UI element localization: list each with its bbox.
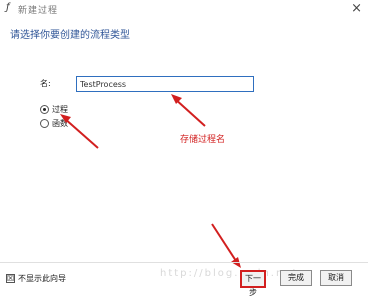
- radio-function[interactable]: 函数: [40, 118, 68, 129]
- arrow-to-next: [211, 223, 239, 265]
- arrow-to-radio: [63, 117, 99, 149]
- name-input[interactable]: [76, 76, 254, 92]
- watermark: http://blog.csdn.net: [160, 268, 299, 279]
- arrow-to-name: [173, 97, 206, 127]
- radio-procedure[interactable]: 过程: [40, 104, 68, 115]
- wizard-window: ƒ 新建过程 × 请选择你要创建的流程类型 名: 过程 函数 存储过程名 ☒ 不: [0, 0, 368, 297]
- finish-button[interactable]: 完成: [280, 270, 312, 286]
- radio-label: 函数: [52, 119, 68, 128]
- cancel-button[interactable]: 取消: [320, 270, 352, 286]
- annotation-text: 存储过程名: [180, 135, 226, 145]
- function-icon: ƒ: [6, 2, 10, 13]
- next-button[interactable]: 下一步: [240, 270, 266, 297]
- dont-show-checkbox[interactable]: ☒ 不显示此向导: [6, 273, 66, 284]
- name-row: 名:: [40, 76, 254, 94]
- footer-divider: [0, 262, 368, 263]
- name-label: 名:: [40, 79, 51, 88]
- radio-button[interactable]: [40, 105, 49, 114]
- radio-label: 过程: [52, 105, 68, 114]
- close-button[interactable]: ×: [351, 1, 362, 16]
- checkbox-label: 不显示此向导: [18, 274, 66, 283]
- annotation-arrows: [60, 94, 241, 268]
- arrow-head: [171, 94, 182, 104]
- title-bar: ƒ 新建过程 ×: [0, 0, 368, 18]
- radio-button[interactable]: [40, 119, 49, 128]
- checkbox[interactable]: ☒: [6, 274, 15, 283]
- wizard-heading: 请选择你要创建的流程类型: [10, 30, 130, 41]
- window-title: 新建过程: [18, 6, 59, 16]
